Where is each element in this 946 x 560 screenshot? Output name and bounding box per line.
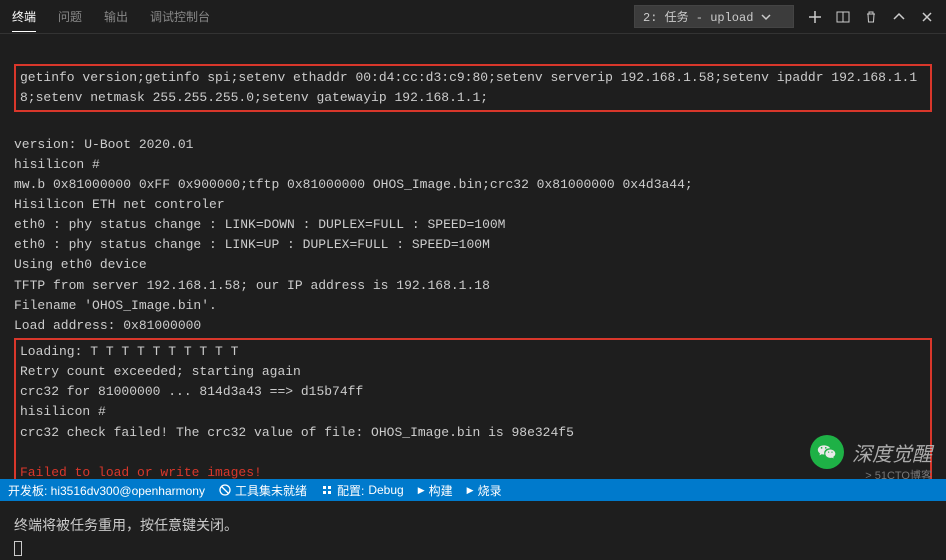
watermark-text: 深度觉醒 [852,438,932,467]
terminal-output[interactable]: getinfo version;getinfo spi;setenv ethad… [0,34,946,509]
play-icon: ▶ [467,485,474,496]
status-build-label: 构建 [429,482,453,499]
terminal-error-line: Failed to load or write images! [20,465,262,480]
block-icon [219,484,231,496]
status-board[interactable]: 开发板: hi3516dv300@openharmony [8,482,205,499]
highlight-box-2: Loading: T T T T T T T T T T Retry count… [14,338,932,487]
task-selector-label: 2: 任务 - upload [643,8,753,25]
tab-output[interactable]: 输出 [104,2,128,32]
status-config-value: Debug [368,483,403,497]
status-config[interactable]: 配置: Debug [321,482,404,499]
chevron-down-icon [761,12,771,22]
tab-problems[interactable]: 问题 [58,2,82,32]
maximize-panel-icon[interactable] [892,10,906,24]
highlight-box-1: getinfo version;getinfo spi;setenv ethad… [14,64,932,112]
status-bar: 开发板: hi3516dv300@openharmony 工具集未就绪 配置: … [0,479,946,501]
new-terminal-icon[interactable] [808,10,822,24]
settings-icon [321,484,333,496]
close-panel-icon[interactable] [920,10,934,24]
trash-icon[interactable] [864,10,878,24]
terminal-line: getinfo version;getinfo spi;setenv ethad… [20,70,917,105]
status-burn[interactable]: ▶ 烧录 [467,482,502,499]
status-build[interactable]: ▶ 构建 [418,482,453,499]
status-toolset-label: 工具集未就绪 [235,482,307,499]
watermark: 深度觉醒 [810,435,932,469]
status-config-label: 配置: [337,482,364,499]
tab-debug-console[interactable]: 调试控制台 [150,2,210,32]
terminal-line: version: U-Boot 2020.01 hisilicon # mw.b… [14,137,693,333]
panel-header: 终端 问题 输出 调试控制台 2: 任务 - upload [0,0,946,34]
play-icon: ▶ [418,485,425,496]
status-burn-label: 烧录 [478,482,502,499]
terminal-line: Loading: T T T T T T T T T T Retry count… [20,344,574,440]
tab-terminal[interactable]: 终端 [12,2,36,32]
terminal-reuse-message: 终端将被任务重用，按任意键关闭。 [0,509,946,541]
split-terminal-icon[interactable] [836,10,850,24]
wechat-icon [810,435,844,469]
status-toolset[interactable]: 工具集未就绪 [219,482,307,499]
terminal-cursor [14,541,22,556]
panel-tabs: 终端 问题 输出 调试控制台 [12,2,210,32]
task-selector[interactable]: 2: 任务 - upload [634,5,794,28]
